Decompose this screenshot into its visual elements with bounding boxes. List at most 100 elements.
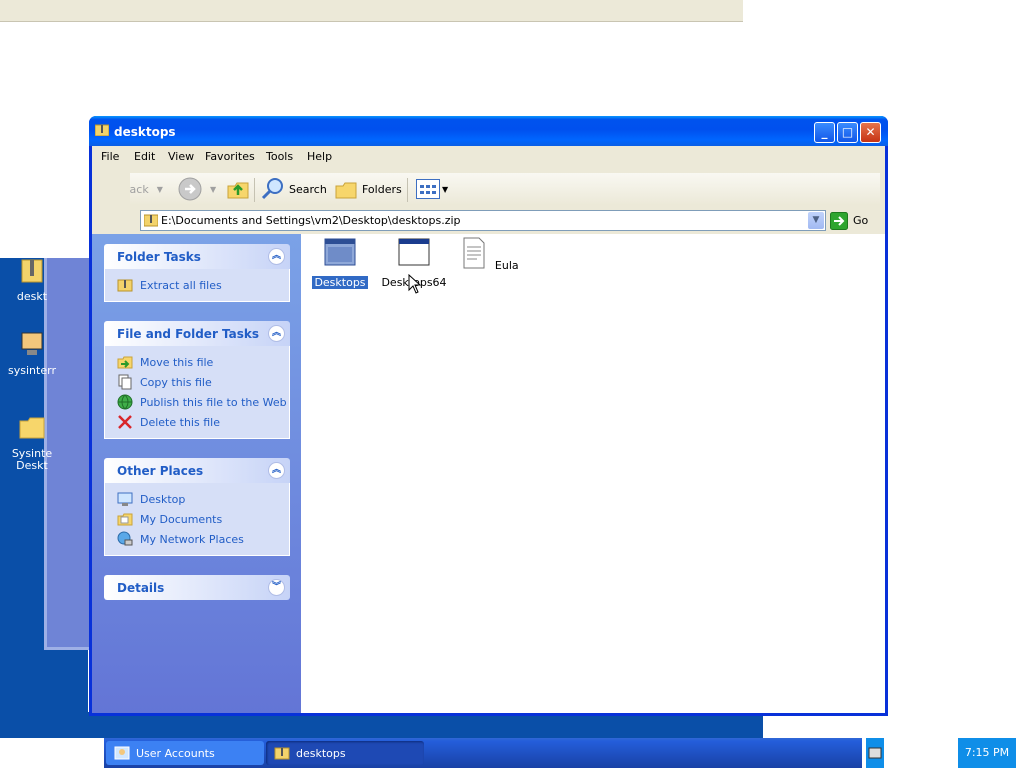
panel-title: Details bbox=[117, 581, 165, 595]
file-folder-tasks-header[interactable]: File and Folder Tasks ︽ bbox=[104, 321, 290, 346]
desktop-icon bbox=[117, 492, 133, 506]
toolbar-separator bbox=[254, 178, 255, 202]
delete-icon bbox=[118, 415, 132, 429]
task-publish-file[interactable]: Publish this file to the Web bbox=[117, 392, 289, 412]
forward-button[interactable]: ▼ bbox=[178, 173, 216, 205]
task-move-file[interactable]: Move this file bbox=[117, 352, 289, 372]
close-icon: ✕ bbox=[865, 125, 876, 139]
other-places-header[interactable]: Other Places ︽ bbox=[104, 458, 290, 483]
details-header[interactable]: Details ︾ bbox=[104, 575, 290, 600]
file-folder-tasks-body: Move this file Copy this file Publish th… bbox=[104, 346, 290, 439]
views-button[interactable]: ▼ bbox=[416, 173, 448, 205]
address-value: E:\Documents and Settings\vm2\Desktop\de… bbox=[161, 214, 461, 227]
network-places-icon bbox=[117, 531, 133, 546]
panel-title: Other Places bbox=[117, 464, 204, 478]
task-label: Desktop bbox=[140, 492, 186, 506]
background-window-strip bbox=[0, 0, 743, 22]
other-places-body: Desktop My Documents My Network Places bbox=[104, 483, 290, 556]
mouse-cursor-icon bbox=[408, 274, 422, 294]
chevron-down-icon: ▼ bbox=[812, 215, 820, 225]
collapse-icon[interactable]: ︽ bbox=[268, 248, 285, 265]
task-delete-file[interactable]: Delete this file bbox=[117, 412, 289, 432]
toolbar-separator bbox=[407, 178, 408, 202]
desktop-icon-deskt[interactable]: deskt bbox=[2, 256, 62, 303]
address-input[interactable]: E:\Documents and Settings\vm2\Desktop\de… bbox=[140, 210, 826, 231]
task-copy-file[interactable]: Copy this file bbox=[117, 372, 289, 392]
maximize-icon: □ bbox=[841, 125, 854, 139]
zip-folder-icon bbox=[95, 124, 109, 136]
place-desktop[interactable]: Desktop bbox=[117, 489, 289, 509]
details-panel: Details ︾ bbox=[104, 575, 290, 600]
close-button[interactable]: ✕ bbox=[860, 122, 881, 143]
menu-favorites[interactable]: Favorites bbox=[205, 150, 255, 163]
panel-title: Folder Tasks bbox=[117, 250, 201, 264]
collapse-icon[interactable]: ︽ bbox=[268, 462, 285, 479]
title-bar[interactable]: desktops _ □ ✕ bbox=[89, 116, 888, 146]
task-extract-all-files[interactable]: Extract all files bbox=[117, 275, 289, 295]
zip-folder-icon bbox=[21, 259, 43, 283]
desktop-icon-label: sysinterr bbox=[8, 364, 56, 377]
menu-tools[interactable]: Tools bbox=[266, 150, 293, 163]
folder-tasks-header[interactable]: Folder Tasks ︽ bbox=[104, 244, 290, 269]
menu-view[interactable]: View bbox=[168, 150, 194, 163]
folder-tasks-panel: Folder Tasks ︽ Extract all files bbox=[104, 244, 290, 302]
taskbar-button-label: User Accounts bbox=[136, 746, 215, 760]
text-document-icon bbox=[463, 237, 485, 269]
copy-file-icon bbox=[118, 374, 132, 390]
menu-help[interactable]: Help bbox=[307, 150, 332, 163]
maximize-button[interactable]: □ bbox=[837, 122, 858, 143]
task-label: Copy this file bbox=[140, 375, 212, 389]
taskbar-button-user-accounts[interactable]: User Accounts bbox=[106, 741, 264, 765]
clock[interactable]: 7:15 PM bbox=[958, 738, 1016, 768]
taskbar-button-desktops[interactable]: desktops bbox=[266, 741, 424, 765]
globe-icon bbox=[117, 394, 133, 410]
folders-icon bbox=[335, 182, 357, 199]
desktop-icon-sysinternals-desktops[interactable]: Sysinte Deskt bbox=[2, 413, 62, 472]
folder-tasks-body: Extract all files bbox=[104, 269, 290, 302]
search-icon bbox=[261, 178, 283, 200]
minimize-button[interactable]: _ bbox=[814, 122, 835, 143]
desktop-icon-label: Sysinte Deskt bbox=[11, 447, 53, 472]
search-label: Search bbox=[289, 182, 327, 196]
back-button[interactable]: Back ▼ bbox=[130, 173, 176, 205]
go-arrow-icon bbox=[830, 211, 848, 230]
file-name: Eula bbox=[494, 259, 519, 272]
content-area: Folder Tasks ︽ Extract all files File an… bbox=[92, 234, 885, 713]
toolbar: Back ▼ ▼ Search Folders ▼ bbox=[130, 173, 880, 205]
zip-folder-icon bbox=[117, 279, 133, 292]
tray-icon[interactable] bbox=[866, 738, 884, 768]
desktop-icon-label: deskt bbox=[16, 290, 48, 303]
my-documents-icon bbox=[117, 513, 133, 526]
go-button[interactable]: Go bbox=[830, 211, 868, 230]
panel-title: File and Folder Tasks bbox=[117, 327, 260, 341]
task-label: My Network Places bbox=[140, 532, 244, 546]
expand-icon[interactable]: ︾ bbox=[268, 579, 285, 596]
address-dropdown-button[interactable]: ▼ bbox=[808, 212, 824, 229]
file-folder-tasks-panel: File and Folder Tasks ︽ Move this file C… bbox=[104, 321, 290, 439]
address-bar: E:\Documents and Settings\vm2\Desktop\de… bbox=[130, 209, 880, 232]
application-window-icon bbox=[398, 238, 430, 266]
folders-button[interactable]: Folders bbox=[335, 173, 402, 205]
taskbar-button-label: desktops bbox=[296, 746, 346, 760]
desktop-icon-sysinternals[interactable]: sysinterr bbox=[2, 330, 62, 377]
file-item-eula[interactable]: Eula bbox=[454, 237, 524, 272]
place-my-documents[interactable]: My Documents bbox=[117, 509, 289, 529]
chevron-down-icon: ▼ bbox=[442, 184, 449, 194]
task-label: Extract all files bbox=[140, 278, 222, 292]
task-pane: Folder Tasks ︽ Extract all files File an… bbox=[92, 234, 301, 713]
task-label: Move this file bbox=[140, 355, 214, 369]
folder-icon bbox=[19, 417, 45, 439]
menu-file[interactable]: File bbox=[101, 150, 119, 163]
file-item-desktops[interactable]: Desktops bbox=[305, 237, 375, 289]
move-file-icon bbox=[117, 356, 133, 369]
menu-bar: File Edit View Favorites Tools Help bbox=[92, 146, 837, 166]
menu-edit[interactable]: Edit bbox=[134, 150, 155, 163]
up-folder-button[interactable] bbox=[227, 173, 249, 205]
place-my-network-places[interactable]: My Network Places bbox=[117, 529, 289, 549]
task-label: Publish this file to the Web bbox=[140, 395, 287, 409]
task-label: My Documents bbox=[140, 512, 223, 526]
up-folder-icon bbox=[227, 182, 249, 199]
collapse-icon[interactable]: ︽ bbox=[268, 325, 285, 342]
file-name: Desktops bbox=[312, 276, 368, 289]
search-button[interactable]: Search bbox=[261, 173, 327, 205]
